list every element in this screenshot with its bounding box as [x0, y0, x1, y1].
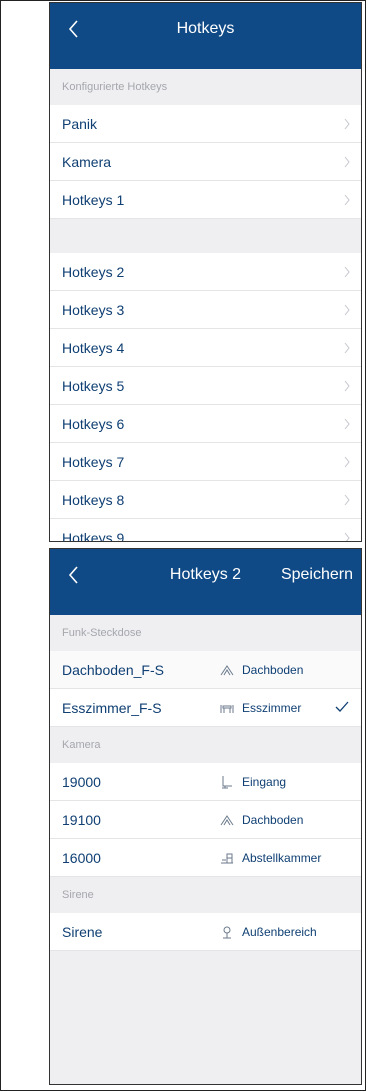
save-button[interactable]: Speichern: [281, 566, 353, 584]
room-name: Eingang: [242, 775, 287, 789]
chevron-right-icon: [344, 266, 350, 278]
storage-icon: [221, 853, 233, 864]
section-label: Konfigurierte Hotkeys: [62, 81, 168, 93]
chevron-right-icon: [344, 342, 350, 354]
device-name: Esszimmer_F-S: [62, 700, 162, 716]
chevron-right-icon: [344, 418, 350, 430]
outdoor-icon: [223, 926, 231, 939]
room-name: Esszimmer: [242, 701, 302, 715]
hotkey-row-hotkeys-3[interactable]: Hotkeys 3: [50, 291, 361, 329]
navigation-bar: Hotkeys: [50, 3, 361, 69]
room-name: Außenbereich: [242, 925, 317, 939]
chevron-right-icon: [344, 304, 350, 316]
device-name: 19100: [62, 812, 101, 828]
hotkey-row-hotkeys-1[interactable]: Hotkeys 1: [50, 181, 361, 219]
device-row[interactable]: Esszimmer_F-S Esszimmer: [50, 689, 361, 727]
device-name: Sirene: [62, 924, 103, 940]
hotkey-row-hotkeys-2[interactable]: Hotkeys 2: [50, 253, 361, 291]
chevron-right-icon: [344, 380, 350, 392]
section-label: Sirene: [62, 889, 94, 901]
hotkey-edit-screen: Hotkeys 2 Speichern Funk-Steckdose Dachb…: [49, 548, 362, 1085]
hotkey-label: Kamera: [62, 154, 112, 170]
room-name: Abstellkammer: [242, 851, 322, 865]
device-name: 16000: [62, 850, 101, 866]
device-name: 19000: [62, 774, 101, 790]
hotkey-row-kamera[interactable]: Kamera: [50, 143, 361, 181]
room-label: Eingang: [220, 775, 286, 789]
room-label: Abstellkammer: [220, 851, 321, 865]
checkmark-icon: [335, 701, 349, 712]
device-row[interactable]: 19100 Dachboden: [50, 801, 361, 839]
roof-icon: [220, 815, 234, 826]
chevron-right-icon: [344, 118, 350, 130]
device-row[interactable]: 19000 Eingang: [50, 763, 361, 801]
device-row[interactable]: 16000 Abstellkammer: [50, 839, 361, 877]
device-row[interactable]: Sirene Außenbereich: [50, 913, 361, 951]
hotkey-label: Hotkeys 5: [62, 378, 125, 394]
page-title: Hotkeys: [176, 20, 235, 37]
room-name: Dachboden: [242, 663, 304, 677]
hotkey-label: Hotkeys 6: [62, 416, 125, 432]
entrance-icon: [222, 776, 232, 789]
chevron-right-icon: [344, 494, 350, 506]
chevron-right-icon: [344, 532, 350, 541]
hotkeys-list-screen: Hotkeys Konfigurierte Hotkeys Panik Kame…: [49, 2, 362, 542]
chevron-right-icon: [344, 194, 350, 206]
room-label: Dachboden: [220, 663, 303, 677]
hotkey-row-hotkeys-4[interactable]: Hotkeys 4: [50, 329, 361, 367]
hotkey-row-hotkeys-7[interactable]: Hotkeys 7: [50, 443, 361, 481]
hotkey-label: Hotkeys 7: [62, 454, 125, 470]
room-label: Esszimmer: [220, 701, 301, 715]
hotkey-label: Hotkeys 2: [62, 264, 125, 280]
device-name: Dachboden_F-S: [62, 662, 164, 678]
dining-icon: [220, 705, 234, 713]
hotkey-row-hotkeys-8[interactable]: Hotkeys 8: [50, 481, 361, 519]
hotkey-label: Panik: [62, 116, 98, 132]
hotkey-row-hotkeys-5[interactable]: Hotkeys 5: [50, 367, 361, 405]
room-name: Dachboden: [242, 813, 304, 827]
chevron-right-icon: [344, 456, 350, 468]
roof-icon: [220, 665, 234, 676]
hotkey-label: Hotkeys 3: [62, 302, 125, 318]
hotkey-label: Hotkeys 9: [62, 530, 125, 542]
hotkey-label: Hotkeys 1: [62, 192, 125, 208]
hotkey-label: Hotkeys 8: [62, 492, 125, 508]
device-row[interactable]: Dachboden_F-S Dachboden: [50, 651, 361, 689]
hotkey-row-hotkeys-6[interactable]: Hotkeys 6: [50, 405, 361, 443]
chevron-right-icon: [344, 156, 350, 168]
navigation-bar: Hotkeys 2 Speichern: [50, 549, 361, 615]
room-label: Außenbereich: [220, 925, 317, 939]
hotkey-label: Hotkeys 4: [62, 340, 125, 356]
hotkey-row-hotkeys-9[interactable]: Hotkeys 9: [50, 519, 361, 542]
section-label: Kamera: [62, 739, 101, 751]
room-label: Dachboden: [220, 813, 303, 827]
section-label: Funk-Steckdose: [62, 627, 142, 639]
hotkey-row-panik[interactable]: Panik: [50, 105, 361, 143]
